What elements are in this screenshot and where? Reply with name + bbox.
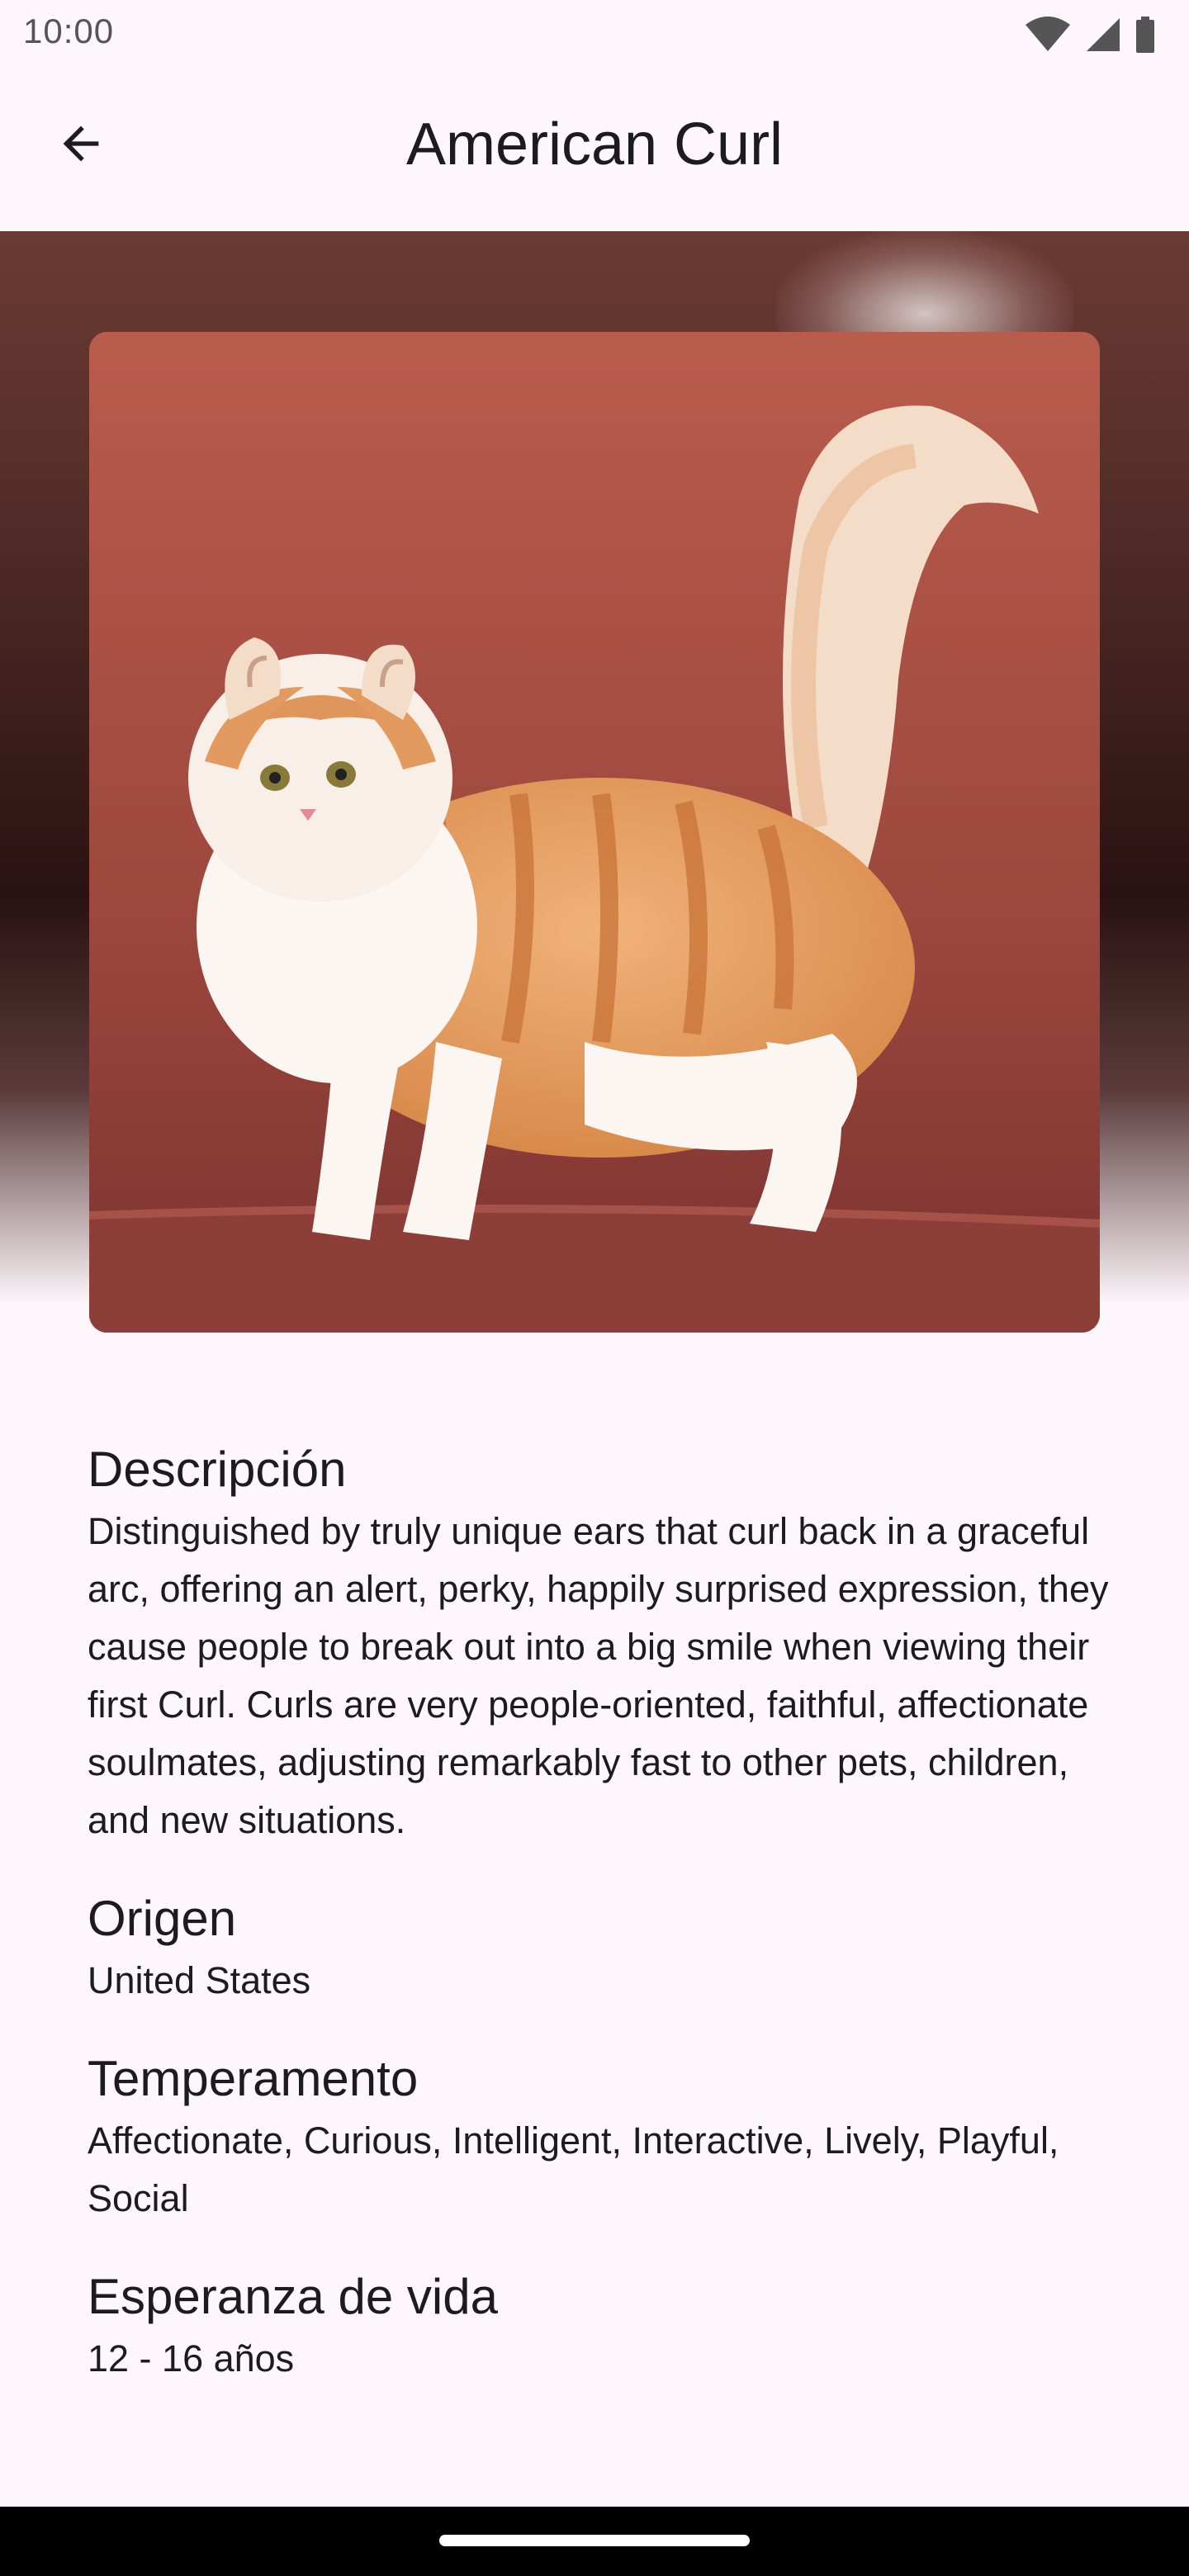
status-time: 10:00 [23,12,115,50]
life-span-heading: Esperanza de vida [88,2269,498,2324]
temperament-text: Affectionate, Curious, Intelligent, Inte… [88,2119,1059,2219]
life-span-section: Esperanza de vida 12 - 16 años [88,2264,1111,2388]
cat-photo [89,332,1100,1333]
top-app-bar: American Curl [0,69,1189,231]
home-gesture-handle[interactable] [439,2535,750,2546]
life-span-text: 12 - 16 años [88,2337,295,2379]
description-heading: Descripción [88,1442,347,1497]
system-navigation-bar [0,2507,1189,2576]
origin-section: Origen United States [88,1886,1111,2010]
battery-icon [1135,17,1156,53]
breed-details: Descripción Distinguished by truly uniqu… [88,1437,1111,2424]
page-title: American Curl [405,111,784,178]
description-section: Descripción Distinguished by truly uniqu… [88,1437,1111,1849]
temperament-section: Temperamento Affectionate, Curious, Inte… [88,2046,1111,2228]
origin-heading: Origen [88,1891,237,1946]
origin-text: United States [88,1959,311,2001]
description-text: Distinguished by truly unique ears that … [88,1510,1109,1841]
wifi-icon [1024,17,1072,53]
cat-illustration [89,332,1100,1333]
temperament-heading: Temperamento [88,2051,419,2106]
status-bar: 10:00 [0,0,1189,69]
cellular-signal-icon [1085,17,1121,53]
status-icons [1024,15,1156,54]
